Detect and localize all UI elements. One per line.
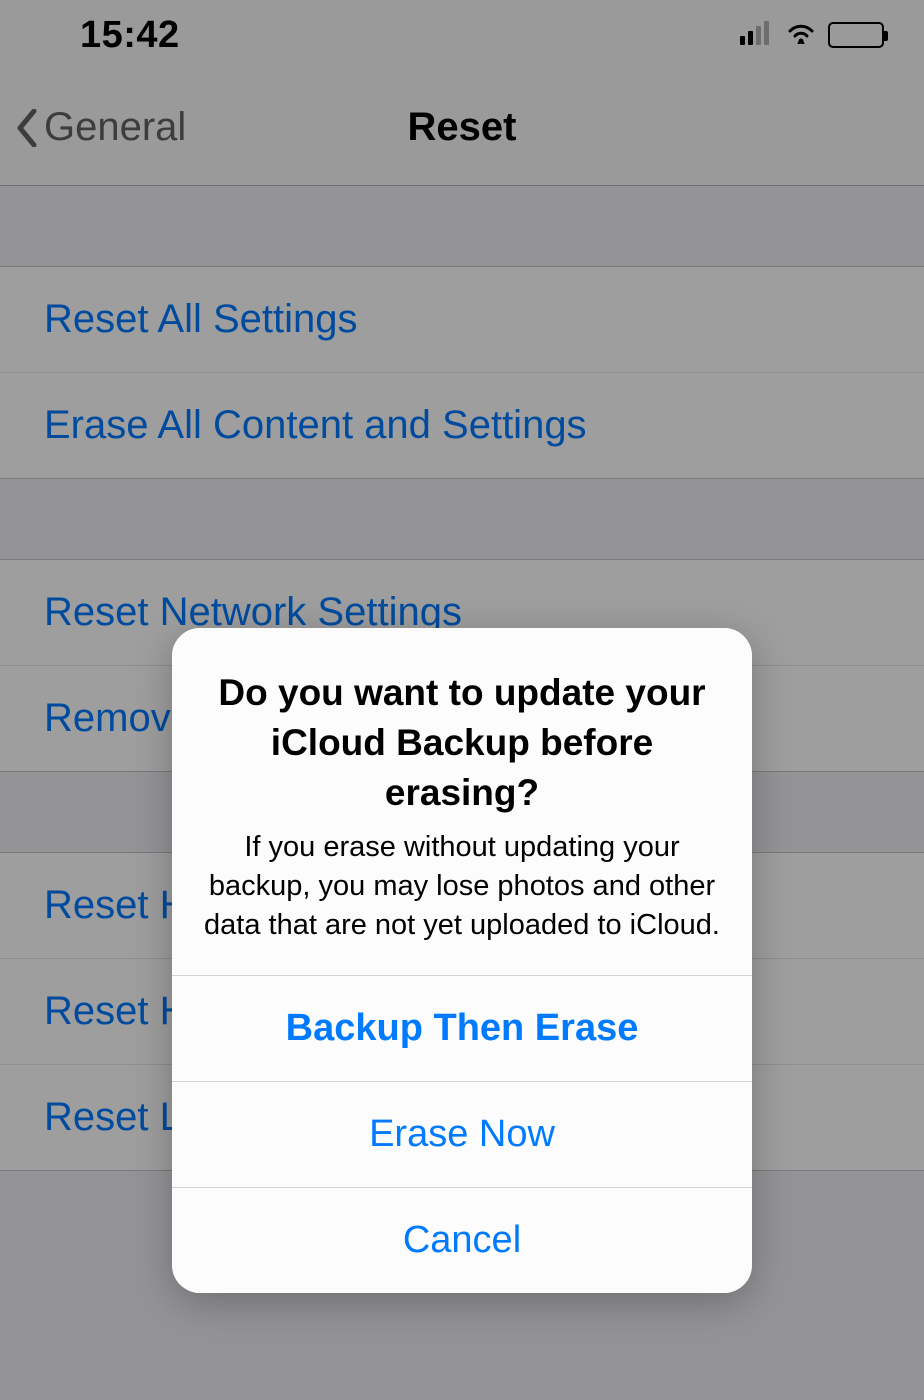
dialog-title: Do you want to update your iCloud Backup… — [200, 668, 724, 818]
erase-now-button[interactable]: Erase Now — [172, 1081, 752, 1187]
dialog-message: If you erase without updating your backu… — [200, 828, 724, 945]
confirmation-dialog: Do you want to update your iCloud Backup… — [172, 628, 752, 1293]
dialog-body: Do you want to update your iCloud Backup… — [172, 628, 752, 975]
backup-then-erase-button[interactable]: Backup Then Erase — [172, 975, 752, 1081]
cancel-button[interactable]: Cancel — [172, 1187, 752, 1293]
